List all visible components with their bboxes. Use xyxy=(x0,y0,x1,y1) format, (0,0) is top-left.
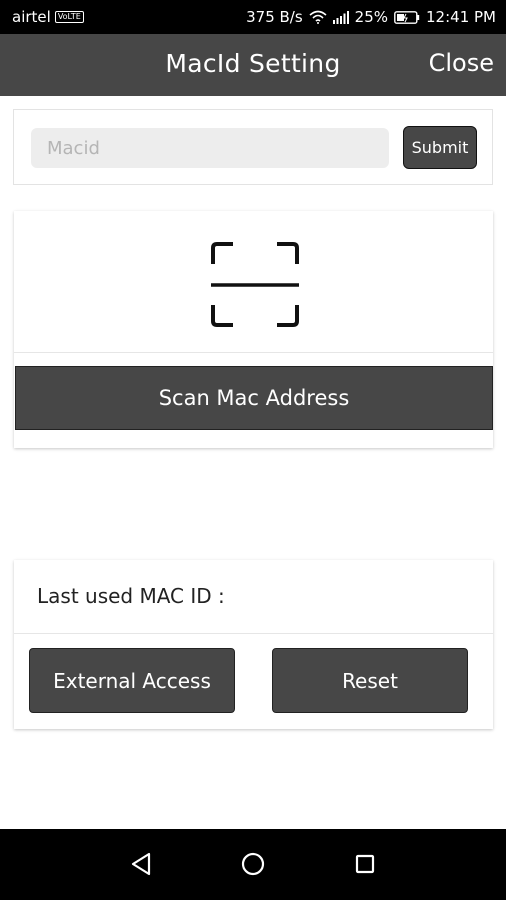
submit-button[interactable]: Submit xyxy=(403,126,477,169)
qr-scan-icon[interactable] xyxy=(211,242,299,327)
network-speed: 375 B/s xyxy=(246,8,303,26)
battery-percent: 25% xyxy=(354,8,389,26)
divider xyxy=(14,352,493,353)
divider xyxy=(14,633,493,634)
status-bar: airtel VoLTE 375 B/s 25% 12:41 PM xyxy=(0,0,506,34)
clock-time: 12:41 PM xyxy=(426,8,496,26)
macid-form-card: Submit xyxy=(13,109,493,185)
reset-button[interactable]: Reset xyxy=(272,648,468,713)
volte-badge: VoLTE xyxy=(54,11,84,23)
scan-mac-address-button[interactable]: Scan Mac Address xyxy=(15,366,493,430)
battery-icon xyxy=(394,10,420,24)
signal-icon xyxy=(332,10,349,24)
scan-card: Scan Mac Address xyxy=(14,211,493,448)
carrier-name: airtel xyxy=(12,8,51,26)
wifi-icon xyxy=(309,10,327,24)
status-right: 375 B/s 25% 12:41 PM xyxy=(246,8,496,26)
home-circle-icon[interactable] xyxy=(238,849,268,879)
last-used-mac-label: Last used MAC ID : xyxy=(37,584,225,608)
macid-input[interactable] xyxy=(31,128,389,168)
back-triangle-icon[interactable] xyxy=(127,849,157,879)
close-button[interactable]: Close xyxy=(429,49,494,77)
navigation-bar xyxy=(0,829,506,900)
last-used-card: Last used MAC ID : External Access Reset xyxy=(14,560,493,729)
external-access-button[interactable]: External Access xyxy=(29,648,235,713)
recent-square-icon[interactable] xyxy=(350,849,380,879)
status-left: airtel VoLTE xyxy=(12,8,84,26)
app-bar: MacId Setting Close xyxy=(0,34,506,96)
